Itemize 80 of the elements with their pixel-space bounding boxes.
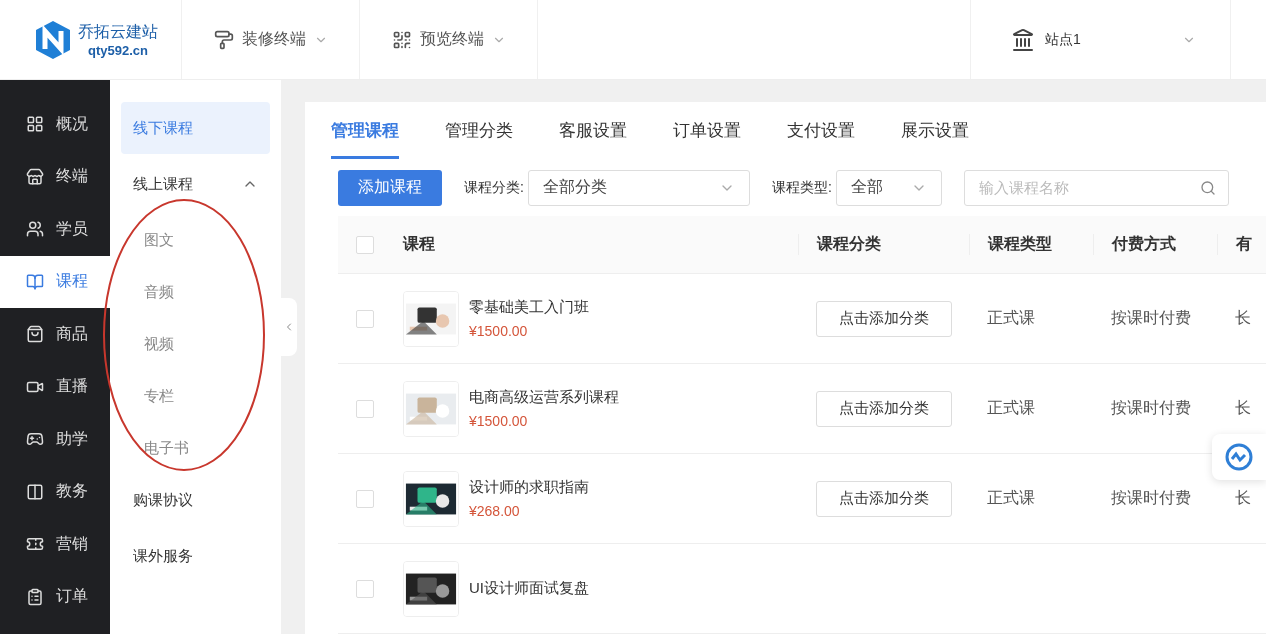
course-price: ¥1500.00: [469, 413, 529, 429]
submenu-item[interactable]: 线上课程: [121, 158, 270, 210]
nav-item[interactable]: 课程: [0, 255, 110, 308]
nav-icon: [26, 482, 44, 501]
submenu-item[interactable]: 专栏: [121, 370, 270, 422]
submenu-item[interactable]: 音频: [121, 266, 270, 318]
tab[interactable]: 管理分类: [445, 102, 513, 159]
category-select[interactable]: 全部分类: [527, 169, 750, 206]
nav-icon: [26, 167, 44, 186]
tab[interactable]: 客服设置: [559, 102, 627, 159]
table-cell-text: 长: [1235, 488, 1251, 508]
course-title: UI设计师面试复盘: [469, 579, 589, 598]
nav-icon: [26, 272, 44, 291]
checkbox[interactable]: [356, 235, 374, 254]
wave-circle-icon: [1224, 442, 1254, 472]
add-course-button[interactable]: 添加课程: [338, 169, 442, 206]
tab[interactable]: 展示设置: [901, 102, 969, 159]
course-title: 电商高级运营系列课程: [469, 388, 619, 407]
nav-item[interactable]: 商品: [0, 308, 110, 361]
add-category-button[interactable]: 点击添加分类: [816, 480, 952, 517]
table-cell-text: 正式课: [987, 398, 1035, 418]
brand-domain: qty592.cn: [88, 42, 148, 58]
checkbox[interactable]: [356, 309, 374, 328]
nav-icon: [26, 115, 44, 134]
checkbox[interactable]: [356, 579, 374, 598]
tab[interactable]: 管理课程: [331, 102, 399, 159]
nav-icon: [26, 587, 44, 606]
table-cell-text: 按课时付费: [1111, 488, 1191, 508]
brand-name: 乔拓云建站: [78, 21, 158, 42]
search-field[interactable]: 输入课程名称: [963, 169, 1229, 206]
submenu-item[interactable]: 视频: [121, 318, 270, 370]
nav-item[interactable]: 概况: [0, 98, 110, 151]
table-cell-text: 正式课: [987, 308, 1035, 328]
table-cell-text: 长: [1235, 308, 1251, 328]
add-category-button[interactable]: 点击添加分类: [816, 390, 952, 427]
submenu-item[interactable]: 图文: [121, 214, 270, 266]
filter-label: 课程类型:: [771, 178, 832, 197]
collapse-handle[interactable]: [281, 298, 297, 356]
tab[interactable]: 订单设置: [673, 102, 741, 159]
course-title: 零基础美工入门班: [469, 298, 589, 317]
course-price: ¥1500.00: [469, 323, 529, 339]
qr-code-icon: [391, 29, 412, 50]
type-select[interactable]: 全部: [835, 169, 942, 206]
filter-label: 课程分类:: [464, 178, 524, 197]
add-category-button[interactable]: 点击添加分类: [816, 300, 952, 337]
column-header: 课程类型: [988, 234, 1052, 254]
course-price: ¥268.00: [469, 503, 521, 519]
nav-item[interactable]: 订单: [0, 570, 110, 623]
submenu-item[interactable]: 线下课程: [121, 102, 270, 154]
tab[interactable]: 支付设置: [787, 102, 855, 159]
course-title: 设计师的求职指南: [469, 478, 589, 497]
search-icon: [1199, 179, 1216, 196]
table-cell-text: 按课时付费: [1111, 398, 1191, 418]
nav-item[interactable]: 助学: [0, 413, 110, 466]
paint-roller-icon: [213, 29, 234, 50]
nav-item[interactable]: 教务: [0, 465, 110, 518]
nav-item[interactable]: 直播: [0, 360, 110, 413]
table-cell-text: 正式课: [987, 488, 1035, 508]
column-header: 课程: [403, 234, 435, 254]
site-selector[interactable]: 站点1: [971, 0, 1231, 79]
nav-icon: [26, 220, 44, 239]
column-header: 付费方式: [1112, 234, 1176, 254]
header-menu[interactable]: 预览终端: [360, 0, 538, 79]
column-header: 有: [1236, 234, 1252, 254]
header-menu[interactable]: 装修终端: [182, 0, 360, 79]
help-button[interactable]: [1212, 434, 1266, 480]
logo-icon: [34, 19, 72, 60]
column-header: 课程分类: [817, 234, 881, 254]
nav-item[interactable]: 学员: [0, 203, 110, 256]
submenu-item[interactable]: 电子书: [121, 422, 270, 474]
nav-item[interactable]: 营销: [0, 518, 110, 571]
table-cell-text: 长: [1235, 398, 1251, 418]
submenu-item[interactable]: 课外服务: [121, 530, 270, 582]
checkbox[interactable]: [356, 489, 374, 508]
nav-icon: [26, 325, 44, 344]
nav-item[interactable]: 终端: [0, 150, 110, 203]
checkbox[interactable]: [356, 399, 374, 418]
submenu-item[interactable]: 购课协议: [121, 474, 270, 526]
table-cell-text: 按课时付费: [1111, 308, 1191, 328]
bank-icon: [1011, 27, 1035, 52]
